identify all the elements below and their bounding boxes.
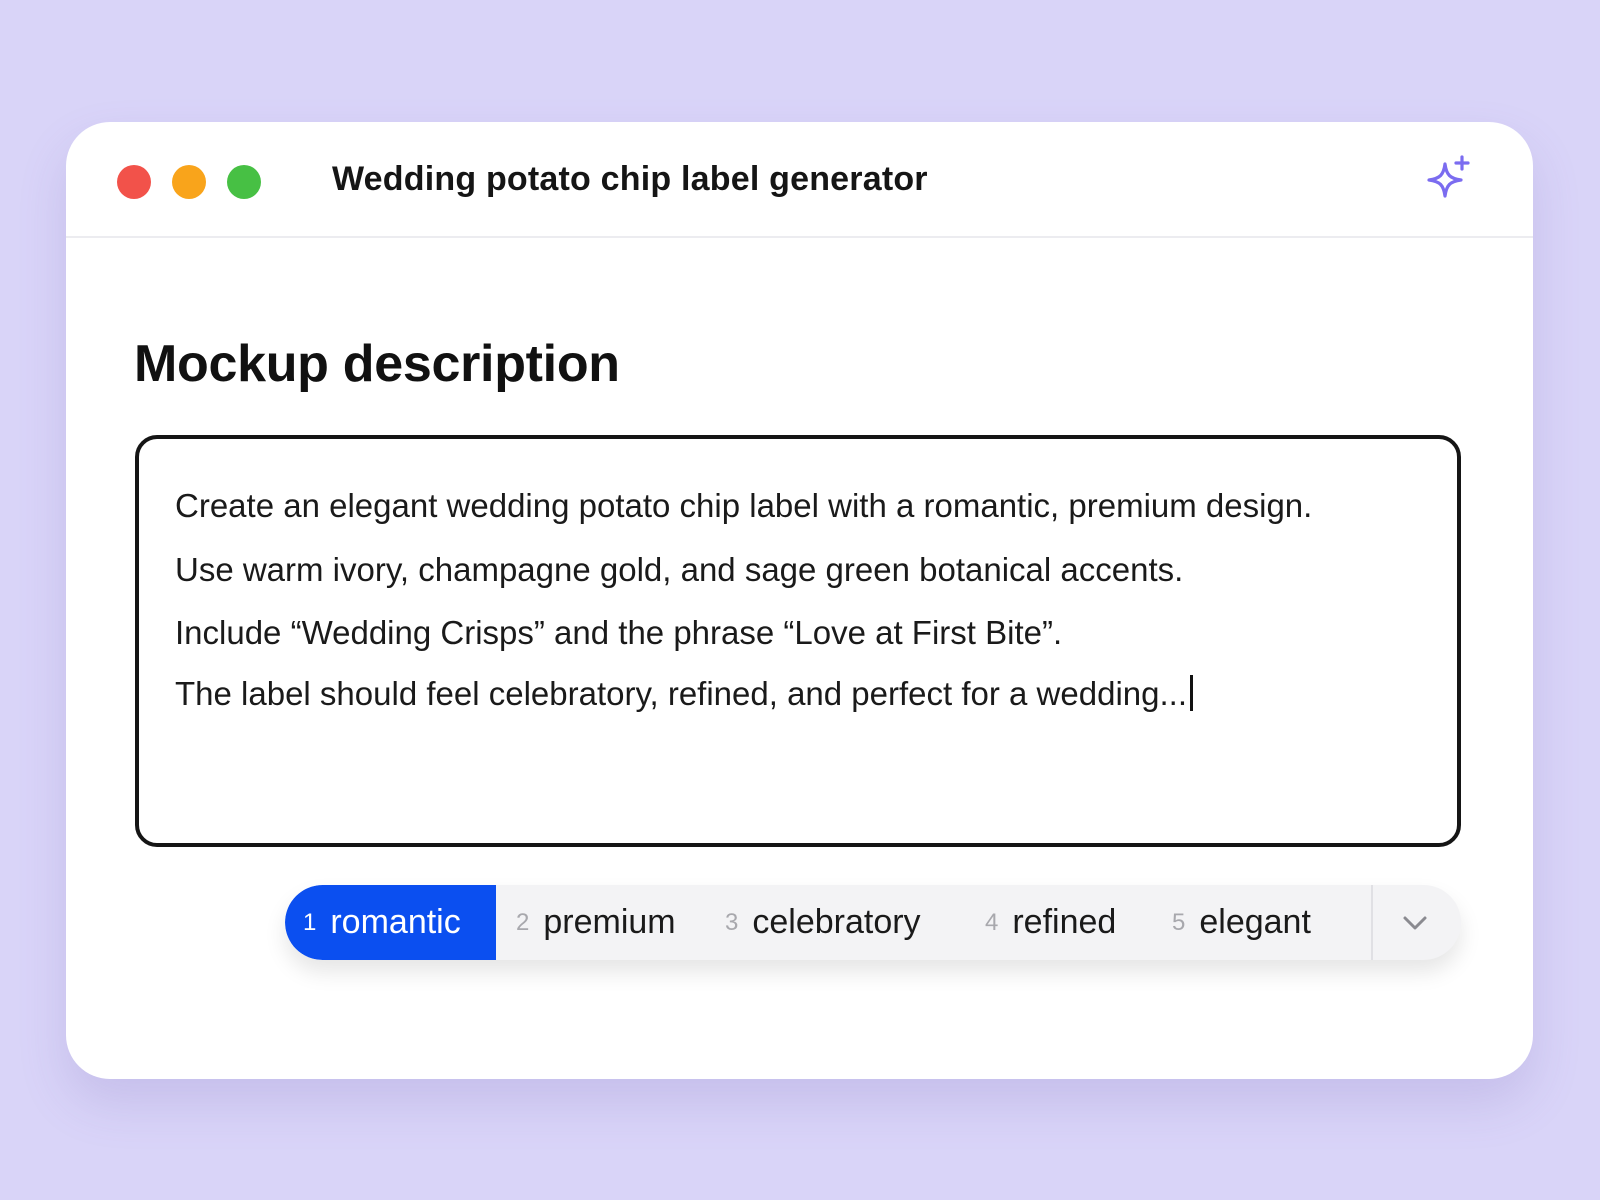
mockup-description-textarea[interactable]: Create an elegant wedding potato chip la… <box>135 435 1461 847</box>
suggestion-number: 3 <box>725 908 739 936</box>
sparkle-icon[interactable] <box>1423 155 1473 205</box>
suggestion-chip-celebratory[interactable]: 3 celebratory <box>725 885 921 960</box>
title-bar: Wedding potato chip label generator <box>66 122 1533 238</box>
suggestion-divider <box>1371 885 1373 960</box>
suggestion-chip-romantic[interactable]: 1 romantic <box>285 885 496 960</box>
app-window: Wedding potato chip label generator Mock… <box>66 122 1533 1079</box>
section-heading: Mockup description <box>134 335 620 393</box>
suggestion-word: premium <box>543 903 676 941</box>
suggestion-word: elegant <box>1199 903 1311 941</box>
description-line-last: The label should feel celebratory, refin… <box>175 675 1193 713</box>
minimize-button[interactable] <box>172 165 206 199</box>
suggestion-chip-refined[interactable]: 4 refined <box>985 885 1116 960</box>
window-title: Wedding potato chip label generator <box>332 160 928 198</box>
suggestion-word: celebratory <box>752 903 921 941</box>
suggestion-bar: 1 romantic 2 premium 3 celebratory 4 ref… <box>285 885 1461 960</box>
suggestion-number: 4 <box>985 908 999 936</box>
text-caret <box>1190 675 1193 711</box>
suggestion-chip-premium[interactable]: 2 premium <box>516 885 676 960</box>
suggestion-number: 2 <box>516 908 530 936</box>
description-line: Create an elegant wedding potato chip la… <box>175 487 1313 524</box>
description-line: Include “Wedding Crisps” and the phrase … <box>175 614 1063 651</box>
suggestion-word: refined <box>1012 903 1117 941</box>
maximize-button[interactable] <box>227 165 261 199</box>
chevron-down-icon[interactable] <box>1391 899 1439 947</box>
suggestion-word: romantic <box>330 903 461 941</box>
description-line: Use warm ivory, champagne gold, and sage… <box>175 551 1184 588</box>
close-button[interactable] <box>117 165 151 199</box>
description-line-text: The label should feel celebratory, refin… <box>175 675 1187 712</box>
suggestion-chip-elegant[interactable]: 5 elegant <box>1172 885 1311 960</box>
suggestion-number: 1 <box>303 908 317 936</box>
suggestion-number: 5 <box>1172 908 1186 936</box>
